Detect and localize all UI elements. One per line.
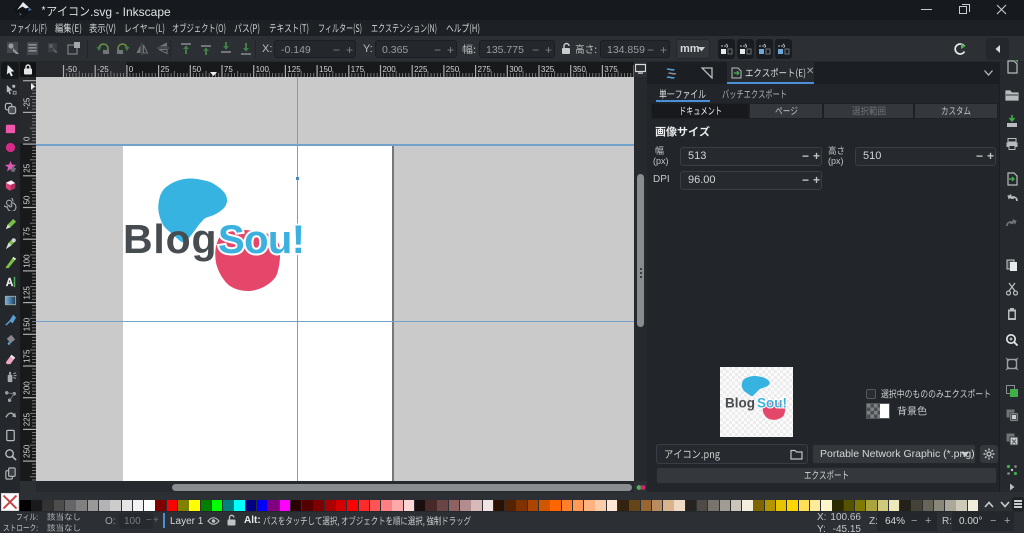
svg-text:200: 200 [382, 65, 396, 74]
svg-text:25: 25 [161, 65, 170, 74]
svg-text:100: 100 [256, 65, 270, 74]
svg-text:250: 250 [446, 65, 460, 74]
svg-text:Blog: Blog [123, 216, 217, 262]
svg-text:25: 25 [23, 163, 32, 172]
svg-text:100: 100 [23, 254, 32, 268]
svg-text:0: 0 [129, 65, 134, 74]
svg-text:-50: -50 [65, 65, 77, 74]
svg-text:-25: -25 [97, 65, 109, 74]
svg-text:125: 125 [23, 286, 32, 300]
svg-text:250: 250 [23, 444, 32, 458]
svg-text:225: 225 [23, 412, 32, 426]
svg-text:50: 50 [192, 65, 201, 74]
svg-text:175: 175 [351, 65, 365, 74]
svg-text:-25: -25 [23, 97, 32, 109]
svg-text:Sou!: Sou! [757, 396, 787, 411]
svg-text:125: 125 [287, 65, 301, 74]
svg-text:Sou!: Sou! [218, 218, 304, 262]
svg-text:-50: -50 [23, 77, 32, 78]
svg-text:325: 325 [541, 65, 555, 74]
svg-text:75: 75 [23, 227, 32, 236]
svg-text:75: 75 [224, 65, 233, 74]
svg-text:Blog: Blog [725, 396, 755, 411]
svg-text:0: 0 [23, 136, 32, 141]
svg-text:175: 175 [23, 349, 32, 363]
svg-text:200: 200 [23, 381, 32, 395]
svg-text:375: 375 [604, 65, 618, 74]
svg-text:350: 350 [573, 65, 587, 74]
svg-text:150: 150 [23, 317, 32, 331]
svg-text:150: 150 [319, 65, 333, 74]
svg-text:50: 50 [23, 195, 32, 204]
svg-text:225: 225 [414, 65, 428, 74]
svg-text:275: 275 [478, 65, 492, 74]
svg-text:300: 300 [509, 65, 523, 74]
